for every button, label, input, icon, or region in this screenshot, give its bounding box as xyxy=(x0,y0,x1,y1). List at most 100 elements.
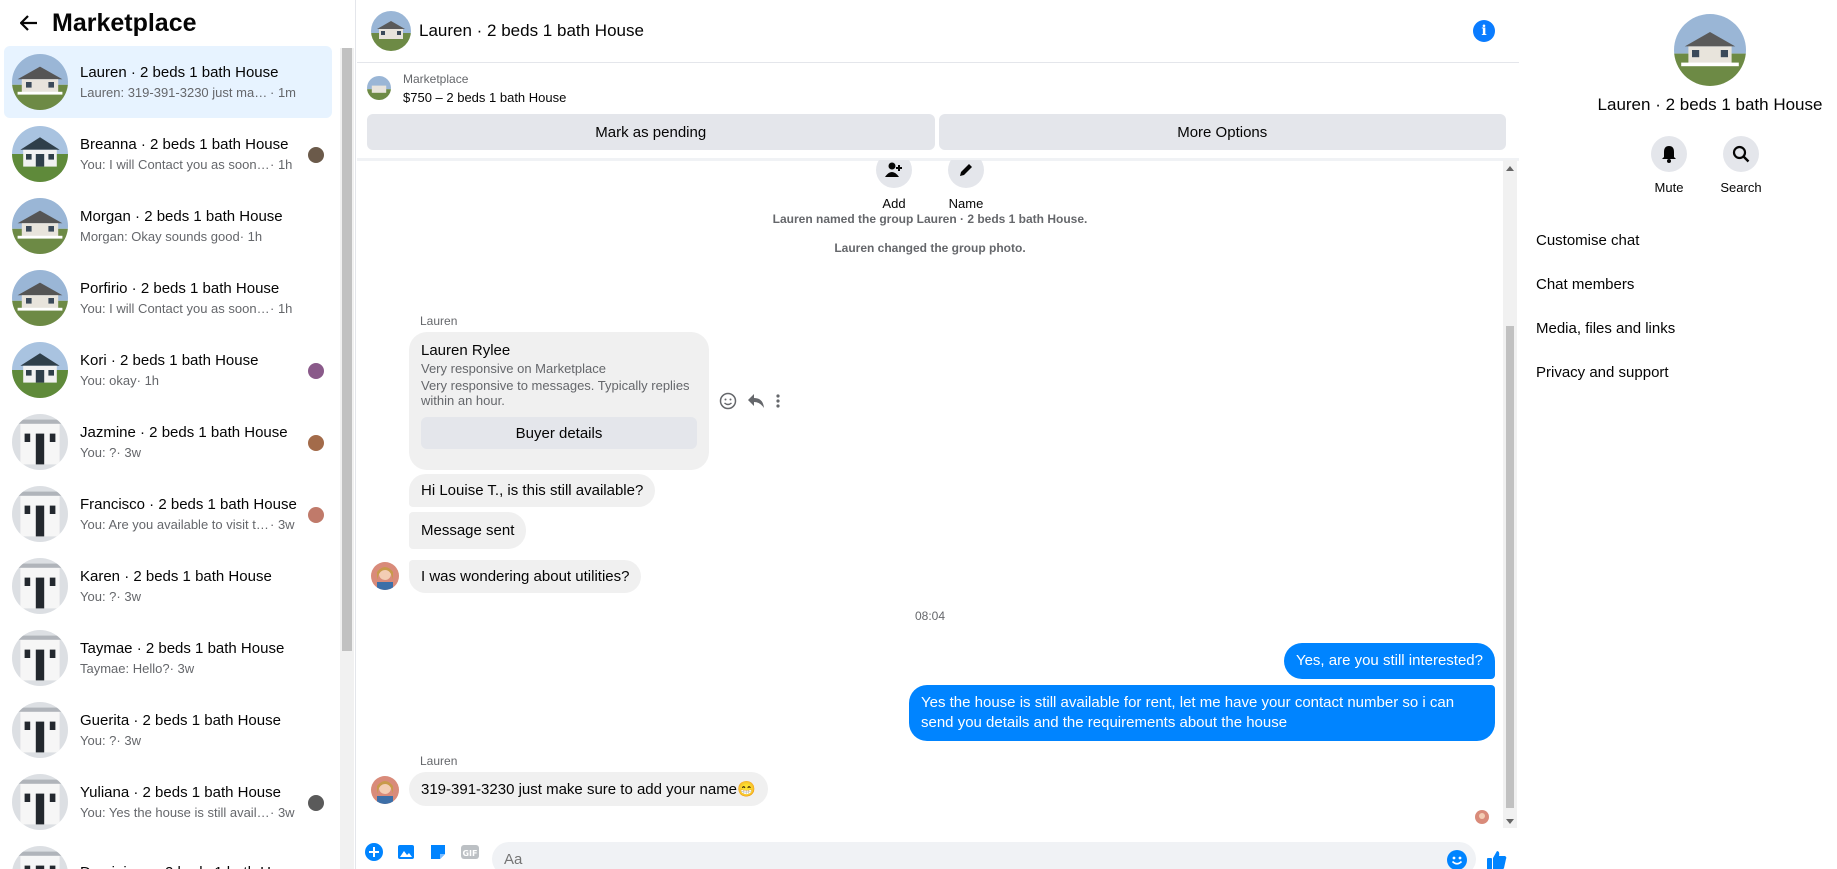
outgoing-message[interactable]: Yes the house is still available for ren… xyxy=(909,685,1495,741)
seen-avatar xyxy=(308,795,324,811)
seen-avatar xyxy=(308,147,324,163)
composer: GIF xyxy=(357,834,1519,869)
privacy-support-item[interactable]: Privacy and support xyxy=(1536,350,1675,394)
conversation-title: Lauren · 2 beds 1 bath House xyxy=(80,64,279,81)
conversation-snippet: You: ? xyxy=(80,733,117,748)
message-input[interactable] xyxy=(492,842,1476,869)
sticker-icon[interactable] xyxy=(427,841,449,863)
conversation-title: Taymae · 2 beds 1 bath House xyxy=(80,640,285,657)
back-arrow-icon[interactable] xyxy=(14,8,44,38)
gif-icon[interactable]: GIF xyxy=(459,841,481,863)
photo-icon[interactable] xyxy=(395,841,417,863)
scroll-down-arrow-icon[interactable] xyxy=(1506,819,1514,824)
conversation-snippet: You: Yes the house is still availa... xyxy=(80,805,270,820)
conversation-snippet: You: ? xyxy=(80,445,117,460)
timestamp: 08:04 xyxy=(914,609,946,623)
conversation-title: Breanna · 2 beds 1 bath House xyxy=(80,136,289,153)
more-options-button[interactable]: More Options xyxy=(938,114,1506,150)
buyer-info-line: Very responsive on Marketplace xyxy=(421,361,606,376)
conversation-item[interactable]: Kori · 2 beds 1 bath House You: okay · 1h xyxy=(4,334,332,406)
mute-label: Mute xyxy=(1654,180,1684,195)
conversation-title: Kori · 2 beds 1 bath House xyxy=(80,352,259,369)
reply-icon[interactable] xyxy=(747,393,765,409)
incoming-message[interactable]: Message sent xyxy=(409,512,527,549)
thumbs-up-icon[interactable] xyxy=(1485,848,1509,869)
conversation-item[interactable]: Breanna · 2 beds 1 bath House You: I will… xyxy=(4,118,332,190)
incoming-message[interactable]: 319-391-3230 just make sure to add your … xyxy=(409,772,768,806)
chat-scrollbar[interactable] xyxy=(1503,160,1517,828)
conversation-thumbnail xyxy=(12,198,68,254)
conversation-item[interactable]: Morgan · 2 beds 1 bath House Morgan: Okay… xyxy=(4,190,332,262)
conversation-item[interactable]: Karen · 2 beds 1 bath House You: ? · 3w xyxy=(4,550,332,622)
conversation-item[interactable]: Francisco · 2 beds 1 bath House You: Are … xyxy=(4,478,332,550)
message-thread: Add Name Lauren named the group Lauren ·… xyxy=(357,160,1503,828)
emoji-icon[interactable] xyxy=(1447,850,1467,869)
conversation-item[interactable]: Yuliana · 2 beds 1 bath House You: Yes th… xyxy=(4,766,332,838)
scroll-up-arrow-icon[interactable] xyxy=(1506,166,1514,171)
read-receipt-avatar xyxy=(1475,810,1489,824)
name-label: Name xyxy=(948,196,984,211)
scrollbar-thumb[interactable] xyxy=(342,48,352,651)
group-avatar[interactable] xyxy=(1674,14,1746,86)
search-button[interactable]: Search xyxy=(1720,136,1762,195)
marketplace-listing[interactable]: Marketplace $750 – 2 beds 1 bath House xyxy=(367,72,566,105)
conversation-thumbnail xyxy=(12,54,68,110)
add-label: Add xyxy=(882,196,906,211)
react-emoji-icon[interactable] xyxy=(719,392,737,410)
mark-pending-button[interactable]: Mark as pending xyxy=(367,114,935,150)
conversation-item[interactable]: Taymae · 2 beds 1 bath House Taymae: Hell… xyxy=(4,622,332,694)
conversation-thumbnail xyxy=(12,630,68,686)
group-title: Lauren · 2 beds 1 bath House xyxy=(1597,95,1823,114)
add-member-button[interactable]: Add xyxy=(873,160,915,211)
customise-chat-item[interactable]: Customise chat xyxy=(1536,218,1675,262)
more-vertical-icon[interactable] xyxy=(775,393,781,409)
sidebar-header: Marketplace xyxy=(0,0,355,46)
add-person-icon xyxy=(876,160,912,188)
buyer-info-line: Very responsive to messages. Typically r… xyxy=(421,378,690,408)
conversation-thumbnail xyxy=(12,702,68,758)
conversation-title: Karen · 2 beds 1 bath House xyxy=(80,568,272,585)
listing-actions: Mark as pending More Options xyxy=(367,114,1506,150)
media-files-links-item[interactable]: Media, files and links xyxy=(1536,306,1675,350)
bell-icon xyxy=(1651,136,1687,172)
chat-header: Lauren · 2 beds 1 bath House xyxy=(357,0,1519,63)
sender-avatar[interactable] xyxy=(371,562,399,590)
mute-button[interactable]: Mute xyxy=(1651,136,1687,195)
conversation-snippet: You: I will Contact you as soon as p... xyxy=(80,301,270,316)
conversation-time: · 1h xyxy=(239,229,263,244)
chat-members-item[interactable]: Chat members xyxy=(1536,262,1675,306)
conversation-time: · 3w xyxy=(169,661,195,676)
buyer-card: Lauren Rylee Very responsive on Marketpl… xyxy=(409,332,709,470)
conversation-item[interactable]: Jazmine · 2 beds 1 bath House You: ? · 3w xyxy=(4,406,332,478)
conversation-time: · 1m xyxy=(270,85,296,100)
conversation-item[interactable]: Guerita · 2 beds 1 bath House You: ? · 3w xyxy=(4,694,332,766)
incoming-message[interactable]: I was wondering about utilities? xyxy=(409,560,642,593)
sender-avatar[interactable] xyxy=(371,776,399,804)
conversation-snippet: Morgan: Okay sounds good xyxy=(80,229,240,244)
name-group-button[interactable]: Name xyxy=(945,160,987,211)
conversation-sidebar: Marketplace Lauren · 2 beds 1 bath House… xyxy=(0,0,356,869)
incoming-message[interactable]: Hi Louise T., is this still available? xyxy=(409,474,656,507)
sidebar-scrollbar[interactable] xyxy=(340,48,354,869)
conversation-item[interactable]: Dominique · 2 beds 1 bath Ho... xyxy=(4,838,332,869)
message-tools xyxy=(719,392,781,410)
seen-avatar xyxy=(308,363,324,379)
seen-avatar xyxy=(308,507,324,523)
conversation-title: Dominique · 2 beds 1 bath Ho... xyxy=(80,864,298,869)
conversation-item[interactable]: Lauren · 2 beds 1 bath House Lauren: 319-… xyxy=(4,46,332,118)
outgoing-message[interactable]: Yes, are you still interested? xyxy=(1283,643,1495,679)
scrollbar-thumb[interactable] xyxy=(1506,326,1514,808)
conversation-thumbnail xyxy=(12,414,68,470)
conversation-time: · 1h xyxy=(136,373,160,388)
chat-avatar[interactable] xyxy=(371,11,411,51)
conversation-title: Jazmine · 2 beds 1 bath House xyxy=(80,424,288,441)
system-message: Lauren changed the group photo. xyxy=(834,241,1026,255)
conversation-time: · 1h xyxy=(270,301,293,316)
conversation-item[interactable]: Porfirio · 2 beds 1 bath House You: I wil… xyxy=(4,262,332,334)
plus-icon[interactable] xyxy=(363,841,385,863)
conversation-time: · 3w xyxy=(270,517,295,532)
conversation-snippet: You: Are you available to visit th... xyxy=(80,517,270,532)
info-icon[interactable]: i xyxy=(1473,20,1495,42)
conversation-time: · 3w xyxy=(116,445,141,460)
buyer-details-button[interactable]: Buyer details xyxy=(421,417,697,449)
